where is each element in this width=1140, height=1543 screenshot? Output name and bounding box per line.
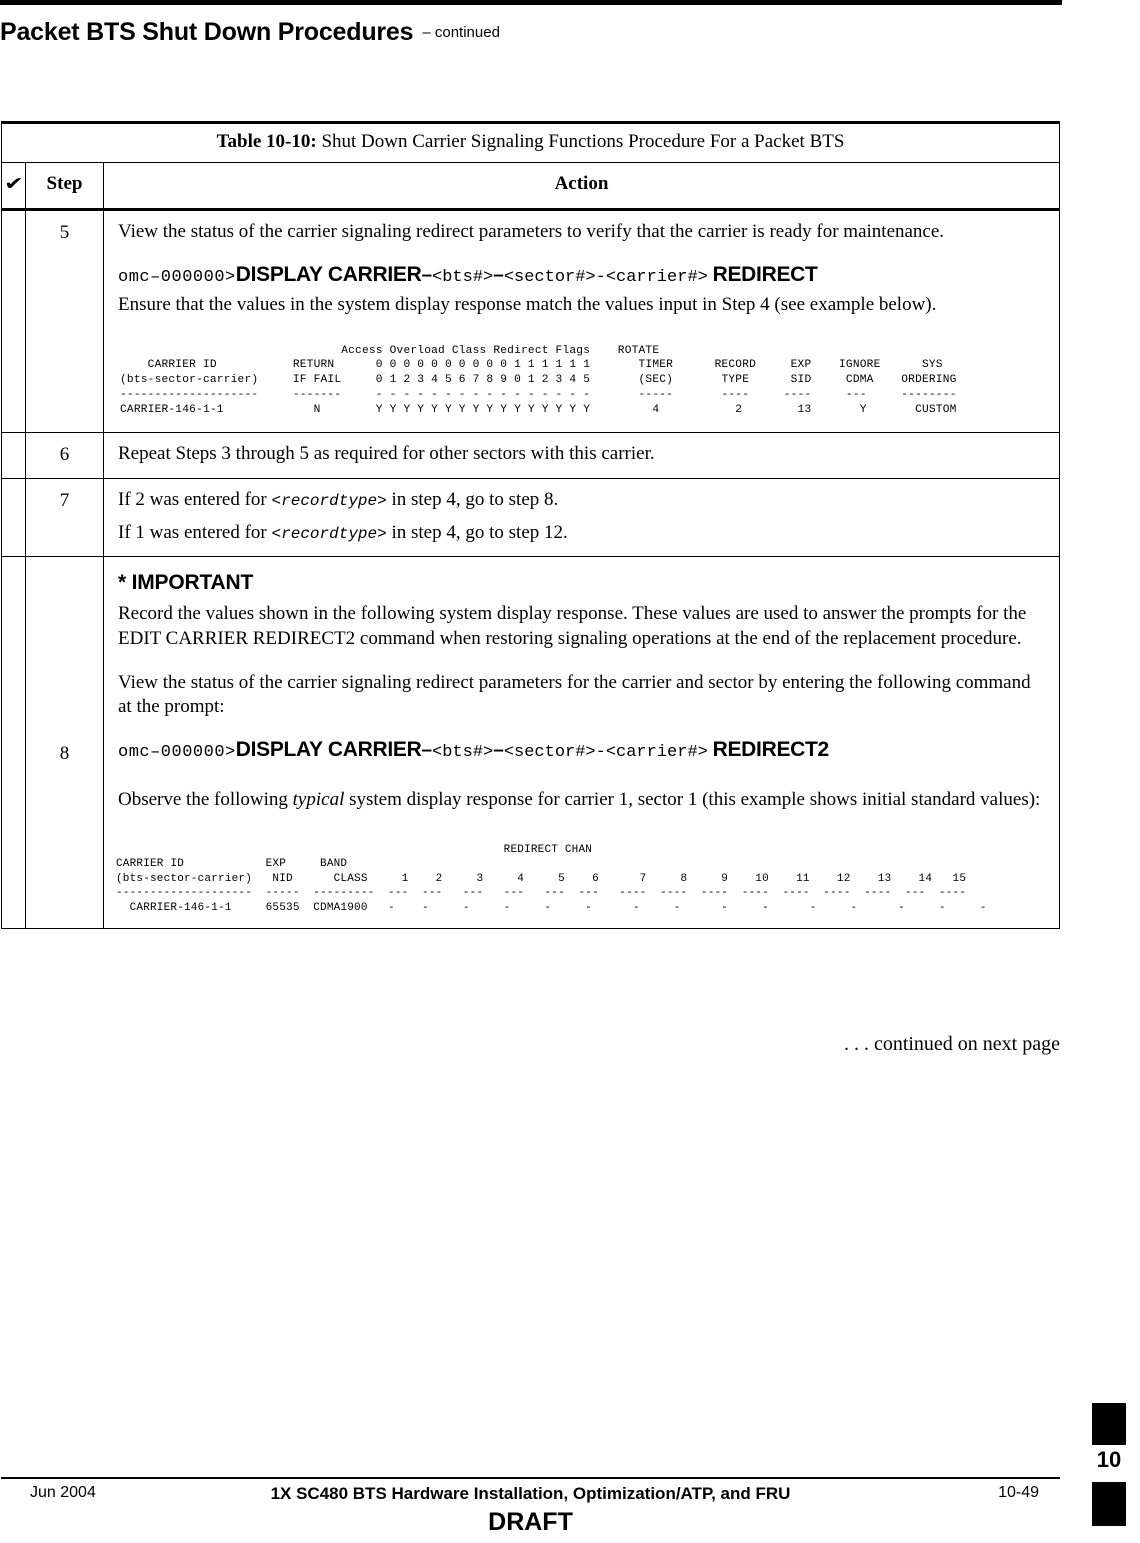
step5-cli-dash-1: – [421, 265, 433, 287]
checkmark-icon: ✔ [3, 173, 24, 195]
step8-command-line: omc–000000>DISPLAY CARRIER–<bts#>–<secto… [118, 737, 1045, 764]
page-footer: Jun 2004 1X SC480 BTS Hardware Installat… [0, 1484, 1061, 1510]
table-row: 7 If 2 was entered for <recordtype> in s… [1, 477, 1060, 558]
column-header-action: Action [103, 162, 1060, 211]
step8-paragraph-1: View the status of the carrier signaling… [118, 671, 1031, 718]
draft-watermark: DRAFT [488, 1508, 573, 1536]
table-caption: Table 10-10: Shut Down Carrier Signaling… [1, 121, 1060, 163]
step8-cli-dash-2: – [493, 740, 504, 762]
footer-page-number: 10-49 [998, 1484, 1039, 1501]
footer-rule [1, 1477, 1060, 1479]
check-cell-step5[interactable] [1, 208, 26, 434]
step5-paragraph-1: View the status of the carrier signaling… [118, 221, 945, 242]
step8-paragraph-2: Observe the following typical system dis… [118, 788, 1045, 812]
step5-cli-arg-bts: <bts#> [432, 268, 494, 288]
table-row: 6 Repeat Steps 3 through 5 as required f… [1, 432, 1060, 479]
action-cell-step5: View the status of the carrier signaling… [103, 208, 1060, 434]
step5-cli-dash-2: – [493, 265, 504, 287]
check-cell-step6[interactable] [1, 432, 26, 479]
column-header-step: Step [25, 162, 104, 211]
step8-para2-suffix: system display response for carrier 1, s… [344, 789, 1041, 811]
action-cell-step6: Repeat Steps 3 through 5 as required for… [103, 432, 1060, 479]
step-number-8-value: 8 [59, 743, 70, 765]
step5-system-response: Access Overload Class Redirect Flags ROT… [120, 344, 957, 416]
table-caption-text: Shut Down Carrier Signaling Functions Pr… [316, 131, 845, 152]
step5-cli-arg-sector-carrier: <sector#>-<carrier#> [503, 268, 708, 288]
table-caption-label: Table 10-10: [216, 131, 317, 152]
important-body: Record the values shown in the following… [118, 603, 1027, 649]
column-header-check: ✔ [1, 162, 26, 211]
footer-document-title: 1X SC480 BTS Hardware Installation, Opti… [270, 1484, 791, 1503]
step5-cli-suffix: REDIRECT [712, 263, 818, 287]
step7-line-2: If 1 was entered for <recordtype> in ste… [118, 521, 1045, 545]
continued-on-next-page-note: . . . continued on next page [843, 1033, 1060, 1055]
action-cell-step7: If 2 was entered for <recordtype> in ste… [103, 477, 1060, 558]
step7-line-1: If 2 was entered for <recordtype> in ste… [118, 488, 1045, 512]
running-head-continued: – continued [422, 24, 500, 41]
step7-line1-prefix: If 2 was entered for [118, 488, 272, 510]
step8-cli-dash-1: – [421, 740, 433, 762]
page-top-rule [0, 0, 1062, 5]
step5-paragraph-2: Ensure that the values in the system dis… [118, 294, 937, 316]
check-cell-step8[interactable] [1, 556, 26, 930]
step5-command-line: omc–000000>DISPLAY CARRIER–<bts#>–<secto… [118, 262, 1045, 289]
step-number-6: 6 [25, 432, 104, 479]
step7-line1-recordtype: <recordtype> [271, 491, 387, 510]
step7-line2-recordtype: <recordtype> [271, 525, 387, 544]
step7-line1-suffix: in step 4, go to step 8. [386, 488, 559, 510]
running-head-title: Packet BTS Shut Down Procedures [0, 18, 414, 46]
table-caption-row: Table 10-10: Shut Down Carrier Signaling… [1, 121, 1060, 163]
running-head: Packet BTS Shut Down Procedures – continu… [0, 18, 500, 47]
step8-cli-prompt: omc–000000> [118, 743, 236, 763]
action-cell-step8: * IMPORTANT Record the values shown in t… [103, 556, 1060, 930]
step-number-5: 5 [25, 208, 104, 434]
step8-cli-arg-bts: <bts#> [432, 743, 494, 763]
step6-paragraph-1: Repeat Steps 3 through 5 as required for… [118, 443, 655, 465]
chapter-tab-bar-bottom [1092, 1482, 1126, 1526]
step8-para2-emphasis: typical [292, 789, 345, 811]
procedure-table: Table 10-10: Shut Down Carrier Signaling… [1, 121, 1060, 930]
table-row: 5 View the status of the carrier signali… [1, 208, 1060, 434]
step8-cli-suffix: REDIRECT2 [712, 738, 830, 762]
step-number-8: 8 [25, 556, 104, 930]
table-header-row: ✔ Step Action [1, 162, 1060, 211]
chapter-tab-number: 10 [1096, 1447, 1122, 1472]
step5-cli-command: DISPLAY CARRIER [235, 263, 422, 287]
step8-cli-command: DISPLAY CARRIER [235, 738, 422, 762]
step-number-7: 7 [25, 477, 104, 558]
step7-line2-prefix: If 1 was entered for [118, 522, 272, 544]
step8-para2-prefix: Observe the following [118, 789, 293, 811]
step7-line2-suffix: in step 4, go to step 12. [386, 522, 568, 544]
step5-cli-prompt: omc–000000> [118, 268, 236, 288]
table-row: 8 * IMPORTANT Record the values shown in… [1, 556, 1060, 930]
step8-system-response: REDIRECT CHAN CARRIER ID EXP BAND (bts-s… [116, 843, 987, 914]
chapter-tab-bar-top [1092, 1403, 1126, 1445]
important-header: * IMPORTANT [118, 571, 254, 595]
check-cell-step7[interactable] [1, 477, 26, 558]
step8-cli-arg-sector-carrier: <sector#>-<carrier#> [503, 743, 708, 763]
